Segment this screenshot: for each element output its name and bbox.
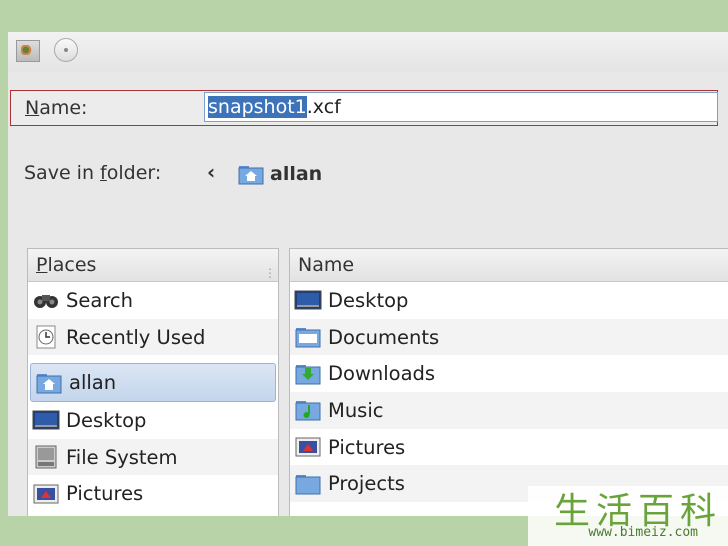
file-item-downloads[interactable]: Downloads: [290, 355, 728, 392]
folder-icon: [294, 472, 322, 496]
file-item-label: Music: [328, 398, 384, 422]
places-item-label: Recently Used: [66, 325, 206, 349]
file-item-label: Desktop: [328, 288, 409, 312]
places-item-label: allan: [69, 371, 117, 395]
file-item-label: Documents: [328, 325, 440, 349]
file-item-music[interactable]: Music: [290, 392, 728, 429]
places-item-file-system[interactable]: File System: [28, 438, 278, 476]
places-item-allan[interactable]: allan: [30, 363, 276, 403]
file-item-pictures[interactable]: Pictures: [290, 429, 728, 466]
drive-icon: [32, 445, 60, 469]
name-row: Name: snapshot1.xcf: [10, 90, 718, 126]
title-bar: [8, 32, 728, 72]
music-folder-icon: [294, 398, 322, 422]
back-button[interactable]: ‹: [207, 160, 215, 184]
save-in-folder-label: Save in folder:: [24, 162, 162, 184]
home-folder-icon: [238, 163, 264, 189]
clock-icon: [32, 325, 60, 349]
download-folder-icon: [294, 362, 322, 386]
places-item-search[interactable]: Search: [28, 282, 278, 319]
file-item-label: Pictures: [328, 435, 406, 459]
breadcrumb-current-folder[interactable]: allan: [270, 163, 322, 185]
places-panel: Places ⋮ Search Recently Used allan Deskt…: [27, 248, 279, 516]
places-item-label: Pictures: [66, 482, 144, 506]
gimp-app-icon: [16, 40, 40, 62]
places-item-label: File System: [66, 445, 178, 469]
places-item-recently-used[interactable]: Recently Used: [28, 318, 278, 356]
resize-grip-icon[interactable]: ⋮: [264, 257, 276, 289]
window-menu-button[interactable]: [54, 38, 78, 62]
name-column-header[interactable]: Name: [290, 249, 728, 282]
save-dialog: Name: snapshot1.xcf Save in folder: ‹ al…: [8, 32, 728, 516]
places-item-label: Search: [66, 288, 133, 312]
filename-selected-text: snapshot1: [208, 96, 307, 118]
places-header[interactable]: Places ⋮: [28, 249, 278, 282]
desktop-icon: [294, 288, 322, 312]
filename-input[interactable]: snapshot1.xcf: [204, 92, 718, 122]
filename-extension: .xcf: [306, 96, 341, 118]
home-folder-icon: [35, 371, 63, 395]
name-label: Name:: [25, 97, 88, 119]
folder-icon: [294, 325, 322, 349]
watermark-url: www.bimeiz.com: [588, 525, 698, 540]
binoculars-icon: [32, 288, 60, 312]
file-item-label: Downloads: [328, 362, 436, 386]
pictures-icon: [294, 435, 322, 459]
files-panel: Name Desktop Documents Downloads Music P…: [289, 248, 728, 516]
desktop-icon: [32, 408, 60, 432]
file-item-documents[interactable]: Documents: [290, 318, 728, 356]
watermark: 生活百科 www.bimeiz.com: [528, 486, 728, 546]
file-item-label: Projects: [328, 472, 405, 496]
places-item-pictures[interactable]: Pictures: [28, 475, 278, 512]
places-item-label: Desktop: [66, 408, 147, 432]
file-item-desktop[interactable]: Desktop: [290, 282, 728, 319]
places-item-desktop[interactable]: Desktop: [28, 402, 278, 439]
pictures-icon: [32, 482, 60, 506]
